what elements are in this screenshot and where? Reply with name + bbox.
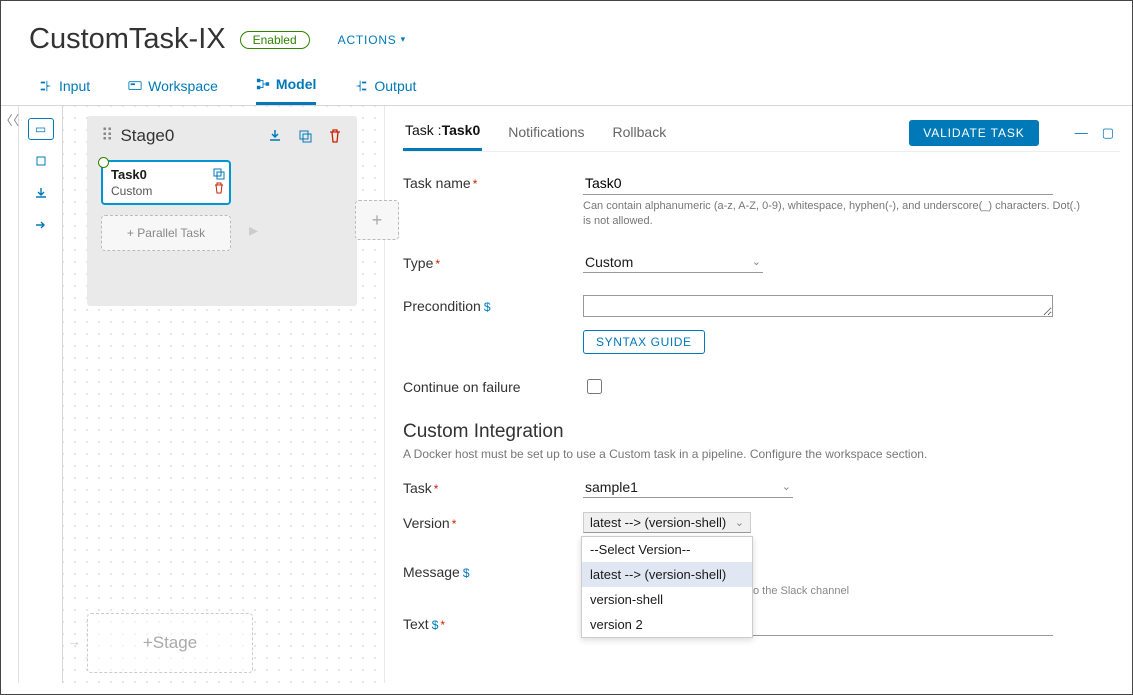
task-select[interactable]: sample1 ⌄ <box>583 477 793 498</box>
chevron-down-icon: ▾ <box>401 34 406 45</box>
maximize-icon[interactable]: ▢ <box>1102 125 1114 141</box>
fit-screen-button[interactable] <box>28 150 54 172</box>
type-select[interactable]: Custom ⌄ <box>583 252 763 273</box>
add-parallel-task-button[interactable]: + Parallel Task <box>101 215 231 251</box>
required-indicator: * <box>452 517 457 531</box>
actions-label: ACTIONS <box>338 33 397 47</box>
precondition-input[interactable] <box>583 295 1053 317</box>
output-icon <box>354 79 368 93</box>
type-label: Type <box>403 255 433 271</box>
chevron-down-icon: ⌄ <box>782 480 791 493</box>
required-indicator: * <box>435 257 440 271</box>
task-name-input[interactable] <box>583 172 1053 195</box>
chevron-down-icon: ⌄ <box>752 255 761 268</box>
task-name-label: Task name <box>403 175 471 191</box>
model-icon <box>256 77 270 91</box>
view-mode-button[interactable]: ▭ <box>28 118 54 140</box>
stage-card[interactable]: ⠿ Stage0 Task0 Custom ▸ + Paralle <box>87 116 357 306</box>
version-label: Version <box>403 515 450 531</box>
tab-output-label: Output <box>374 78 416 94</box>
main-tabs: Input Workspace Model Output <box>1 64 1132 106</box>
message-hint-text: o the Slack channel <box>753 585 849 597</box>
sub-tab-rollback[interactable]: Rollback <box>611 116 669 150</box>
custom-integration-description: A Docker host must be set up to use a Cu… <box>403 447 1120 461</box>
type-value: Custom <box>585 254 633 270</box>
stage-title: Stage0 <box>120 126 174 146</box>
version-option-shell[interactable]: version-shell <box>582 587 752 612</box>
version-option-2[interactable]: version 2 <box>582 612 752 637</box>
actions-menu[interactable]: ACTIONS ▾ <box>338 33 406 47</box>
task-select-value: sample1 <box>585 479 638 495</box>
tab-workspace-label: Workspace <box>148 78 218 94</box>
pipeline-canvas[interactable]: ⠿ Stage0 Task0 Custom ▸ + Paralle <box>63 106 385 683</box>
drag-handle-icon[interactable]: ⠿ <box>101 126 112 146</box>
variable-icon[interactable]: $ <box>463 566 470 580</box>
add-stage-button[interactable]: +Stage <box>87 613 253 673</box>
status-badge: Enabled <box>240 31 310 49</box>
tab-output[interactable]: Output <box>354 76 416 105</box>
tab-model[interactable]: Model <box>256 76 316 105</box>
required-indicator: * <box>434 482 439 496</box>
collapse-panel-button[interactable]: 〈〈 <box>1 106 19 683</box>
chevron-down-icon: ⌄ <box>735 516 744 529</box>
tab-input-label: Input <box>59 78 90 94</box>
workspace-icon <box>128 79 142 93</box>
download-button[interactable] <box>28 182 54 204</box>
text-field-label: Text <box>403 616 429 632</box>
sub-tab-notifications[interactable]: Notifications <box>506 116 586 150</box>
sub-tab-task-prefix: Task : <box>405 122 442 138</box>
minimize-icon[interactable]: — <box>1075 125 1088 141</box>
custom-integration-heading: Custom Integration <box>403 421 1120 443</box>
task-card[interactable]: Task0 Custom <box>101 160 231 205</box>
validate-task-button[interactable]: VALIDATE TASK <box>909 120 1039 146</box>
variable-icon[interactable]: $ <box>432 618 439 632</box>
tab-model-label: Model <box>276 76 316 92</box>
version-option-latest[interactable]: latest --> (version-shell) <box>582 562 752 587</box>
required-indicator: * <box>473 177 478 191</box>
required-indicator: * <box>440 618 445 632</box>
tab-input[interactable]: Input <box>39 76 90 105</box>
tab-workspace[interactable]: Workspace <box>128 76 218 105</box>
syntax-guide-button[interactable]: SYNTAX GUIDE <box>583 330 705 354</box>
task-status-indicator <box>98 157 109 168</box>
sub-tab-task-name: Task0 <box>442 122 481 138</box>
stage-copy-icon[interactable] <box>297 128 313 144</box>
stage-download-icon[interactable] <box>267 128 283 144</box>
forward-button[interactable] <box>28 214 54 236</box>
version-select[interactable]: latest --> (version-shell) ⌄ <box>583 512 751 533</box>
continue-on-failure-checkbox[interactable] <box>587 379 602 394</box>
stage-delete-icon[interactable] <box>327 128 343 144</box>
task-select-label: Task <box>403 480 432 496</box>
task-name-help-text: Can contain alphanumeric (a-z, A-Z, 0-9)… <box>583 199 1083 230</box>
task-copy-icon[interactable] <box>213 168 225 183</box>
task-delete-icon[interactable] <box>213 182 225 197</box>
stage-connector-icon: → <box>67 633 81 649</box>
sub-tab-task[interactable]: Task :Task0 <box>403 114 482 151</box>
precondition-label: Precondition <box>403 298 481 314</box>
task-title: Task0 <box>111 167 221 182</box>
connector-arrow-icon: ▸ <box>249 220 258 241</box>
version-select-value: latest --> (version-shell) <box>590 515 726 530</box>
version-dropdown: --Select Version-- latest --> (version-s… <box>581 536 753 638</box>
message-label: Message <box>403 564 460 580</box>
page-title: CustomTask-IX <box>29 23 226 56</box>
continue-on-failure-label: Continue on failure <box>403 379 521 395</box>
version-option-placeholder[interactable]: --Select Version-- <box>582 537 752 562</box>
canvas-tools: ▭ <box>19 106 63 683</box>
variable-icon[interactable]: $ <box>484 300 491 314</box>
task-subtitle: Custom <box>111 184 221 198</box>
input-icon <box>39 79 53 93</box>
